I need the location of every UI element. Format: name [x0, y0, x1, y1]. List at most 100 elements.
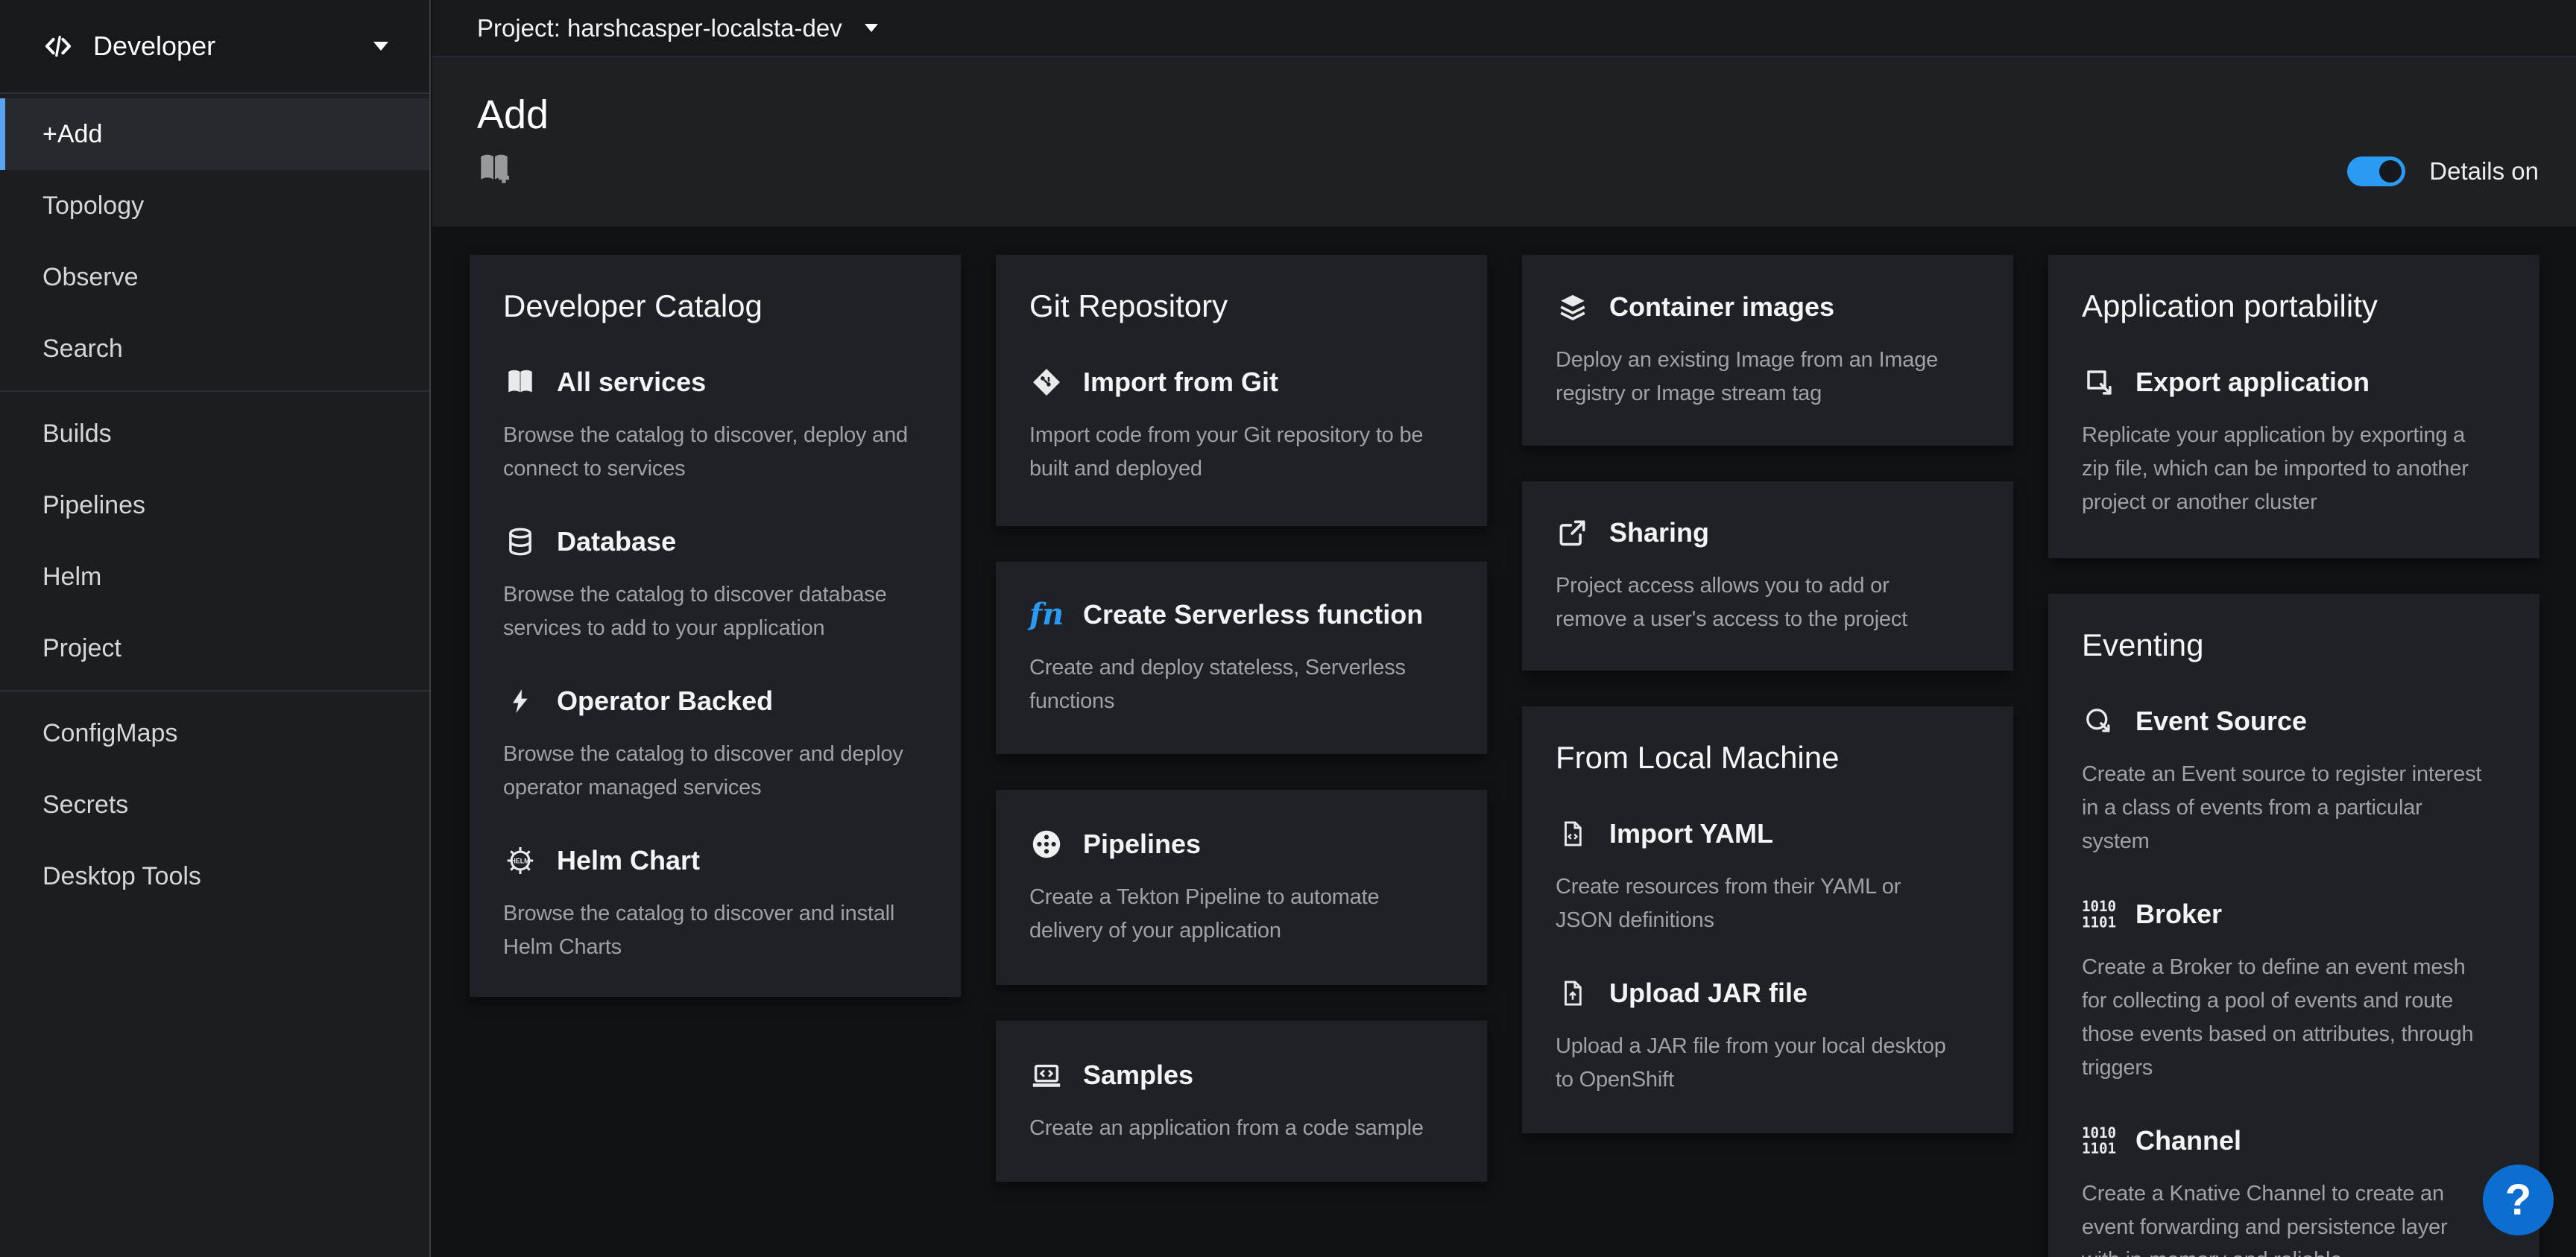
guided-tour-button[interactable] — [476, 150, 513, 189]
sidebar-item-project[interactable]: Project — [0, 612, 429, 684]
card-title: Application portability — [2082, 288, 2506, 324]
project-selector-label: Project: harshcasper-localsta-dev — [477, 14, 842, 42]
tekton-icon — [1029, 827, 1064, 861]
card-title: From Local Machine — [1556, 740, 1980, 776]
item-description: Browse the catalog to discover database … — [503, 578, 927, 645]
event-source-item: Event Source Create an Event source to r… — [2082, 704, 2506, 858]
sidebar-item-label: Builds — [42, 419, 112, 449]
sidebar-item-label: Project — [42, 634, 121, 663]
help-button[interactable]: ? — [2483, 1165, 2554, 1235]
sharing-item: Sharing Project access allows you to add… — [1556, 516, 1980, 636]
card-samples: Samples Create an application from a cod… — [996, 1021, 1487, 1182]
details-toggle[interactable] — [2347, 156, 2405, 186]
item-description: Create and deploy stateless, Serverless … — [1029, 651, 1453, 718]
item-label: Operator Backed — [557, 686, 773, 717]
item-description: Upload a JAR file from your local deskto… — [1556, 1030, 1980, 1097]
perspective-switcher[interactable]: Developer — [0, 0, 429, 94]
fn-icon: fn — [1029, 598, 1064, 632]
sidebar-item-configmaps[interactable]: ConfigMaps — [0, 697, 429, 769]
git-repo-item: Import from Git Import code from your Gi… — [1029, 365, 1453, 486]
pipelines-link[interactable]: Pipelines — [1029, 827, 1453, 861]
item-description: Deploy an existing Image from an Image r… — [1556, 343, 1980, 411]
openshift-console: Developer +Add Topology Observe Search B… — [0, 0, 2576, 1257]
card-title: Eventing — [2082, 627, 2506, 663]
column-4: Application portability Export applicati… — [2048, 255, 2539, 1257]
helm-chart-link[interactable]: HELM Helm Chart — [503, 843, 927, 878]
card-developer-catalog: Developer Catalog All services Bro — [470, 255, 961, 997]
card-application-portability: Application portability Export applicati… — [2048, 255, 2539, 558]
sidebar-item-label: +Add — [42, 120, 102, 149]
database-link[interactable]: Database — [503, 525, 927, 559]
item-description: Browse the catalog to discover and insta… — [503, 897, 927, 964]
sidebar-item-label: ConfigMaps — [42, 719, 177, 748]
sidebar-item-label: Observe — [42, 263, 139, 292]
sidebar-item-secrets[interactable]: Secrets — [0, 769, 429, 840]
channel-link[interactable]: 1010 1101 Channel — [2082, 1124, 2506, 1158]
sidebar-item-label: Helm — [42, 563, 101, 592]
sidebar-item-label: Pipelines — [42, 491, 145, 520]
sidebar-item-search[interactable]: Search — [0, 313, 429, 384]
file-code-icon — [1556, 817, 1590, 851]
item-label: Broker — [2135, 899, 2222, 930]
catalog-item-helm-chart: HELM Helm Chart Browse the catalog to di… — [503, 843, 927, 964]
column-3: Container images Deploy an existing Imag… — [1522, 255, 2013, 1257]
item-description: Create a Broker to define an event mesh … — [2082, 951, 2506, 1085]
chevron-down-icon — [373, 42, 388, 51]
sidebar-item-observe[interactable]: Observe — [0, 241, 429, 313]
book-plus-icon — [476, 178, 513, 189]
broker-link[interactable]: 1010 1101 Broker — [2082, 897, 2506, 931]
svg-text:1101: 1101 — [2082, 914, 2116, 931]
container-images-link[interactable]: Container images — [1556, 290, 1980, 324]
main-area: Project: harshcasper-localsta-dev Add D — [432, 0, 2576, 1257]
item-description: Create an application from a code sample — [1029, 1112, 1453, 1145]
sharing-link[interactable]: Sharing — [1556, 516, 1980, 550]
sidebar-item-label: Secrets — [42, 791, 128, 820]
bolt-icon — [503, 684, 537, 718]
channel-item: 1010 1101 Channel Create a Knative Chann… — [2082, 1124, 2506, 1257]
card-pipelines: Pipelines Create a Tekton Pipeline to au… — [996, 790, 1487, 985]
file-upload-icon — [1556, 976, 1590, 1010]
toggle-knob — [2379, 160, 2402, 183]
item-label: All services — [557, 367, 706, 398]
item-label: Import YAML — [1609, 818, 1773, 849]
project-selector[interactable]: Project: harshcasper-localsta-dev — [432, 0, 2576, 57]
page-header: Add Details on — [432, 57, 2576, 227]
catalog-item-operator-backed: Operator Backed Browse the catalog to di… — [503, 684, 927, 805]
svg-text:1010: 1010 — [2082, 1124, 2116, 1142]
nav-divider — [0, 690, 429, 691]
upload-jar-link[interactable]: Upload JAR file — [1556, 976, 1980, 1010]
import-from-git-link[interactable]: Import from Git — [1029, 365, 1453, 399]
sidebar-item-topology[interactable]: Topology — [0, 170, 429, 241]
sidebar-item-builds[interactable]: Builds — [0, 398, 429, 469]
item-description: Create an Event source to register inter… — [2082, 758, 2506, 858]
item-label: Event Source — [2135, 706, 2307, 737]
item-label: Upload JAR file — [1609, 978, 1808, 1009]
operator-backed-link[interactable]: Operator Backed — [503, 684, 927, 718]
sidebar-item-label: Topology — [42, 191, 144, 221]
serverless-item: fn Create Serverless function Create and… — [1029, 598, 1453, 718]
event-source-link[interactable]: Event Source — [2082, 704, 2506, 738]
sidebar-item-helm[interactable]: Helm — [0, 541, 429, 612]
item-description: Replicate your application by exporting … — [2082, 419, 2506, 519]
event-source-icon — [2082, 704, 2116, 738]
export-application-link[interactable]: Export application — [2082, 365, 2506, 399]
code-icon — [41, 29, 75, 63]
card-sharing: Sharing Project access allows you to add… — [1522, 481, 2013, 671]
item-label: Import from Git — [1083, 367, 1278, 398]
create-serverless-function-link[interactable]: fn Create Serverless function — [1029, 598, 1453, 632]
database-icon — [503, 525, 537, 559]
samples-link[interactable]: Samples — [1029, 1058, 1453, 1092]
broker-item: 1010 1101 Broker Create a Broker to defi… — [2082, 897, 2506, 1085]
sidebar-item-add[interactable]: +Add — [0, 98, 429, 170]
import-yaml-link[interactable]: Import YAML — [1556, 817, 1980, 851]
share-icon — [1556, 516, 1590, 550]
svg-text:HELM: HELM — [511, 857, 530, 864]
question-mark-icon: ? — [2505, 1175, 2531, 1225]
sidebar-item-desktop-tools[interactable]: Desktop Tools — [0, 840, 429, 912]
sidebar-item-pipelines[interactable]: Pipelines — [0, 469, 429, 541]
catalog-item-database: Database Browse the catalog to discover … — [503, 525, 927, 645]
all-services-link[interactable]: All services — [503, 365, 927, 399]
card-title: Git Repository — [1029, 288, 1453, 324]
helm-icon: HELM — [503, 843, 537, 878]
samples-item: Samples Create an application from a cod… — [1029, 1058, 1453, 1145]
